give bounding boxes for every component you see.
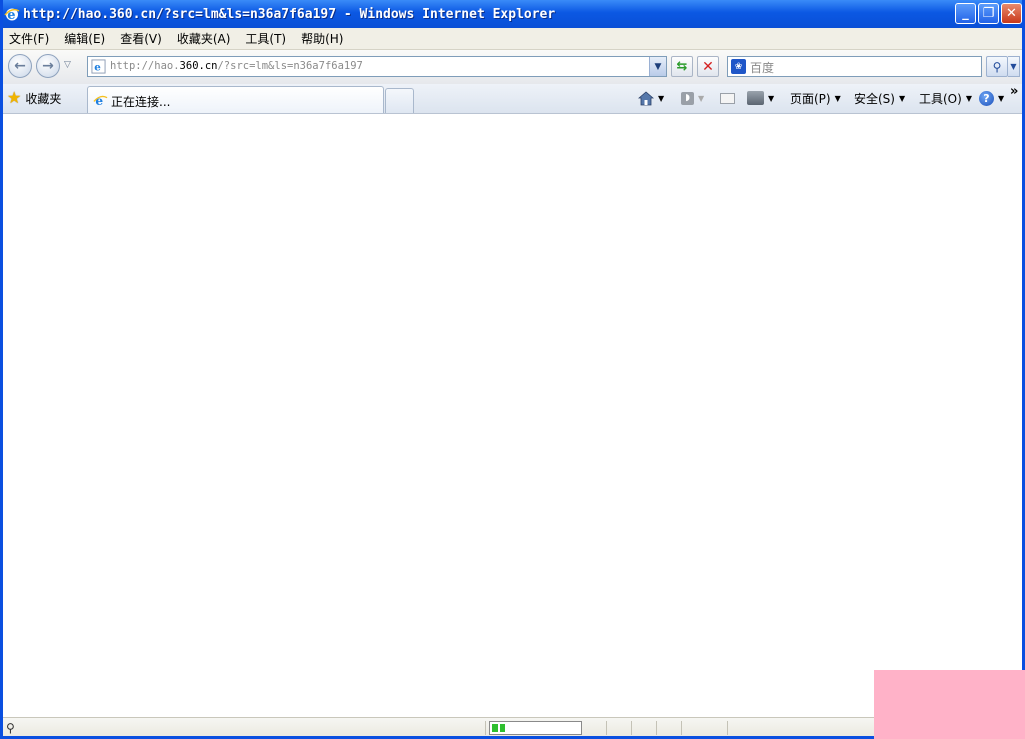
home-button[interactable]: ▼ [638, 89, 664, 107]
print-button[interactable]: ▼ [747, 89, 774, 107]
search-icon: ⚲ [992, 59, 1002, 74]
address-dropdown-button[interactable]: ▼ [649, 57, 666, 76]
menu-file[interactable]: 文件(F) [3, 30, 55, 47]
search-button[interactable]: ⚲ [986, 56, 1008, 77]
status-divider [606, 721, 607, 735]
tab-connecting[interactable]: e 正在连接... [87, 86, 384, 113]
status-divider [631, 721, 632, 735]
address-bar[interactable]: e http://hao.360.cn/?src=lm&ls=n36a7f6a1… [87, 56, 667, 77]
chevron-down-icon: ▼ [965, 93, 972, 103]
browser-window: e http://hao.360.cn/?src=lm&ls=n36a7f6a1… [0, 0, 1025, 739]
refresh-icon: ⇆ [676, 59, 688, 74]
menu-help[interactable]: 帮助(H) [295, 30, 349, 47]
tab-label: 正在连接... [111, 95, 171, 109]
stop-button[interactable]: ✕ [697, 56, 719, 77]
status-divider [727, 721, 728, 735]
chevron-down-icon: ▼ [698, 93, 705, 103]
arrow-right-icon: → [42, 58, 54, 74]
status-divider [656, 721, 657, 735]
chevron-down-icon: ▼ [768, 93, 775, 103]
chevron-down-icon: ▼ [658, 93, 665, 103]
loading-progress-bar [489, 721, 582, 735]
star-icon: ★ [7, 88, 22, 107]
new-tab-button[interactable] [385, 88, 414, 113]
chevron-down-icon: ▼ [1010, 62, 1017, 71]
tab-command-bar: ★ 收藏夹 e 正在连接... ▼ ◗ ▼ ▼ 页面(P) ▼ 安全(S) ▼ … [3, 84, 1022, 114]
minimize-icon: _ [962, 6, 969, 21]
help-icon: ? [979, 90, 994, 106]
navigation-bar: ← → ▽ e http://hao.360.cn/?src=lm&ls=n36… [3, 50, 1022, 85]
more-commands-icon[interactable]: » [1010, 84, 1018, 99]
search-placeholder: 百度 [750, 61, 775, 75]
restore-icon: ❐ [982, 6, 995, 21]
progress-fill [492, 724, 505, 732]
menu-edit[interactable]: 编辑(E) [58, 30, 111, 47]
home-icon [638, 90, 654, 105]
mail-icon [720, 92, 735, 104]
printer-icon [747, 91, 764, 105]
menu-view[interactable]: 查看(V) [114, 30, 168, 47]
title-bar[interactable]: e http://hao.360.cn/?src=lm&ls=n36a7f6a1… [3, 0, 1022, 28]
pink-overlay-block [874, 670, 1025, 739]
page-menu-label: 页面(P) [790, 91, 831, 106]
menu-bar: 文件(F) 编辑(E) 查看(V) 收藏夹(A) 工具(T) 帮助(H) [3, 28, 1022, 50]
page-menu-button[interactable]: 页面(P) ▼ [790, 89, 841, 107]
address-url: http://hao.360.cn/?src=lm&ls=n36a7f6a197 [110, 60, 363, 72]
favorites-button[interactable]: ★ 收藏夹 [7, 88, 61, 108]
stop-icon: ✕ [702, 58, 714, 75]
forward-button[interactable]: → [36, 54, 60, 78]
tools-menu-button[interactable]: 工具(O) ▼ [919, 89, 972, 107]
read-mail-button[interactable] [720, 89, 735, 107]
window-title: http://hao.360.cn/?src=lm&ls=n36a7f6a197… [23, 6, 556, 22]
status-divider [485, 721, 486, 735]
chevron-down-icon: ▼ [834, 93, 841, 103]
magnifier-icon: ⚲ [6, 721, 15, 735]
chevron-down-icon: ▼ [654, 61, 662, 72]
search-options-button[interactable]: ▼ [1008, 56, 1020, 77]
favorites-label: 收藏夹 [25, 91, 62, 106]
close-icon: ✕ [1006, 6, 1017, 21]
arrow-left-icon: ← [14, 58, 26, 74]
ie-logo-icon: e [4, 8, 20, 22]
menu-tools[interactable]: 工具(T) [239, 30, 292, 47]
tools-menu-label: 工具(O) [919, 91, 962, 106]
safety-menu-label: 安全(S) [854, 91, 895, 106]
back-button[interactable]: ← [8, 54, 32, 78]
safety-menu-button[interactable]: 安全(S) ▼ [854, 89, 905, 107]
restore-button[interactable]: ❐ [978, 3, 999, 24]
ie-logo-icon: e [93, 94, 108, 108]
feeds-button[interactable]: ◗ ▼ [681, 89, 704, 107]
status-bar: ⚲ [3, 717, 1022, 736]
refresh-button[interactable]: ⇆ [671, 56, 693, 77]
chevron-down-icon: ▼ [898, 93, 906, 103]
baidu-paw-icon: ❀ [731, 59, 746, 74]
page-icon: e [91, 59, 106, 74]
svg-text:e: e [94, 62, 101, 74]
menu-favorites[interactable]: 收藏夹(A) [171, 30, 237, 47]
status-divider [681, 721, 682, 735]
search-box[interactable]: ❀ 百度 [727, 56, 982, 77]
chevron-down-icon: ▼ [998, 93, 1005, 103]
help-button[interactable]: ? ▼ [979, 89, 1004, 107]
recent-pages-dropdown-icon[interactable]: ▽ [64, 60, 71, 70]
close-button[interactable]: ✕ [1001, 3, 1022, 24]
minimize-button[interactable]: _ [955, 3, 976, 24]
rss-feed-icon: ◗ [681, 91, 694, 105]
page-content [3, 114, 1022, 717]
